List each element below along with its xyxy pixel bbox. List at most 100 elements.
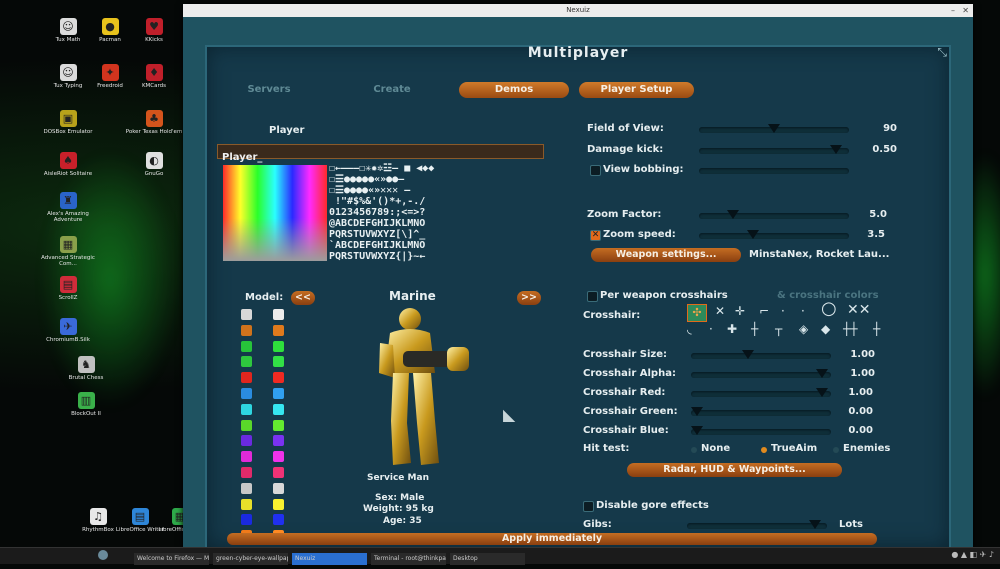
hit-test-trueaim-radio[interactable] xyxy=(761,447,767,453)
panel-close-icon[interactable]: ⤡ xyxy=(937,45,947,60)
desktop-icon[interactable]: ▣ DOSBox Emulator xyxy=(38,110,98,135)
charmap-row[interactable]: ☐☰●●●●«»✕✕✕ — xyxy=(329,185,544,196)
desktop-icon[interactable]: ♠ AisleRiot Solitaire xyxy=(38,152,98,177)
model-color-swatch[interactable] xyxy=(273,324,284,336)
taskbar-item[interactable]: Desktop xyxy=(450,553,525,565)
crosshair-blue-slider-knob[interactable] xyxy=(691,426,703,435)
damage-kick-slider[interactable] xyxy=(699,145,849,154)
apply-immediately-button[interactable]: Apply immediately xyxy=(227,533,877,545)
per-weapon-crosshairs-checkbox[interactable] xyxy=(587,291,598,302)
charmap-row[interactable]: PQRSTUVWXYZ[\]^_ xyxy=(329,229,544,240)
crosshair-green-slider-knob[interactable] xyxy=(691,407,703,416)
crosshair-selected-icon[interactable]: ✣ xyxy=(687,304,707,322)
model-color-swatch[interactable] xyxy=(273,482,284,494)
minimize-icon[interactable]: – xyxy=(951,4,955,17)
model-color-swatch[interactable] xyxy=(241,435,252,447)
crosshair-size-slider-knob[interactable] xyxy=(742,350,755,359)
desktop-icon[interactable]: ♦ KMCards xyxy=(124,64,184,89)
window-titlebar[interactable]: Nexuiz – ✕ xyxy=(183,4,973,17)
charmap-row[interactable]: !"#$%&'()*+,-./ xyxy=(329,196,544,207)
charmap-row[interactable]: @ABCDEFGHIJKLMNO xyxy=(329,218,544,229)
disable-gore-checkbox[interactable] xyxy=(583,501,594,512)
character-map[interactable]: ☐←———☐✳✹✲☳— ■ ◀◆◆ ☐☰●●●●●«»●●— ☐☰●●●●«»✕✕✕… xyxy=(329,163,544,263)
desktop-icon[interactable]: ♥ KKicks xyxy=(124,18,184,43)
model-color-swatch[interactable] xyxy=(273,514,284,526)
charmap-row[interactable]: `ABCDEFGHIJKLMNO xyxy=(329,240,544,251)
model-color-swatch[interactable] xyxy=(241,514,252,526)
crosshair-blue-slider[interactable] xyxy=(691,426,831,435)
player-name-input[interactable]: Player_ xyxy=(217,144,544,163)
model-color-swatch[interactable] xyxy=(241,451,252,463)
crosshair-option-icon[interactable]: ✕✕ xyxy=(847,302,870,318)
charmap-row[interactable]: ☐←———☐✳✹✲☳— ■ ◀◆◆ xyxy=(329,163,544,174)
model-color-swatch[interactable] xyxy=(241,419,252,431)
crosshair-alpha-slider-knob[interactable] xyxy=(816,369,829,378)
model-color-swatch[interactable] xyxy=(241,372,252,384)
model-color-swatch[interactable] xyxy=(241,482,252,494)
zoom-factor-slider-knob[interactable] xyxy=(726,210,739,219)
fov-slider-knob[interactable] xyxy=(768,124,780,133)
crosshair-option-icon[interactable]: ┬ xyxy=(775,322,782,336)
model-color-swatch[interactable] xyxy=(241,340,252,352)
tab-demos[interactable]: Demos xyxy=(459,82,569,98)
desktop-icon[interactable]: ▤ ScrollZ xyxy=(38,276,98,301)
view-bobbing-checkbox[interactable] xyxy=(590,165,601,176)
crosshair-option-icon[interactable]: ○ xyxy=(821,298,837,319)
crosshair-option-icon[interactable]: ◈ xyxy=(799,322,808,336)
model-next-button[interactable]: >> xyxy=(517,291,541,305)
zoom-speed-slider[interactable] xyxy=(699,230,849,239)
model-color-swatch[interactable] xyxy=(273,340,284,352)
crosshair-option-icon[interactable]: ✛ xyxy=(735,304,745,318)
desktop-icon[interactable]: ♜ Alex's Amazing Adventure xyxy=(38,192,98,223)
model-color-swatch[interactable] xyxy=(241,324,252,336)
crosshair-red-slider[interactable] xyxy=(691,388,831,397)
model-color-swatch[interactable] xyxy=(273,498,284,510)
taskbar-item[interactable]: Welcome to Firefox — Mo... xyxy=(134,553,209,565)
crosshair-option-icon[interactable]: ◟ xyxy=(687,322,692,336)
gibs-slider-knob[interactable] xyxy=(808,520,821,529)
crosshair-option-icon[interactable]: ◆ xyxy=(821,322,830,336)
charmap-row[interactable]: PQRSTUVWXYZ{|}~← xyxy=(329,251,544,262)
crosshair-option-icon[interactable]: ┼ xyxy=(873,322,880,336)
model-color-swatch[interactable] xyxy=(273,388,284,399)
tab-create[interactable]: Create xyxy=(337,82,447,98)
zoom-factor-slider[interactable] xyxy=(699,210,849,219)
zoom-speed-checkbox[interactable]: ✕ xyxy=(590,230,601,241)
weapon-settings-button[interactable]: Weapon settings... xyxy=(591,248,741,262)
crosshair-grid[interactable]: ✣ ✕ ✛ ⌐ · · ○ ✕✕ ◟ · ✚ ┼ ┬ ◈ ◆ ┼┼ ┼ xyxy=(687,298,907,342)
crosshair-option-icon[interactable]: · xyxy=(709,322,713,336)
desktop-icon[interactable]: ♞ Brutal Chess xyxy=(56,356,116,381)
gibs-slider[interactable] xyxy=(687,520,827,529)
close-icon[interactable]: ✕ xyxy=(962,4,969,17)
crosshair-option-icon[interactable]: ✕ xyxy=(715,304,725,318)
model-color-swatch[interactable] xyxy=(273,435,284,447)
desktop-icon[interactable]: ▦ Advanced Strategic Com... xyxy=(38,236,98,267)
crosshair-size-slider[interactable] xyxy=(691,350,831,359)
desktop-icon[interactable]: ♣ Poker Texas Hold'em xyxy=(124,110,184,135)
taskbar-item[interactable]: Nexuiz xyxy=(292,553,367,565)
model-color-swatch[interactable] xyxy=(273,309,284,320)
desktop-icon[interactable]: ✈ ChromiumB.Silk xyxy=(38,318,98,343)
desktop-icon[interactable]: ◐ GnuGo xyxy=(124,152,184,177)
model-color-swatch[interactable] xyxy=(273,356,284,368)
fov-slider[interactable] xyxy=(699,124,849,133)
tab-servers[interactable]: Servers xyxy=(219,82,319,98)
crosshair-option-icon[interactable]: ┼┼ xyxy=(843,322,857,336)
model-color-swatch[interactable] xyxy=(241,309,252,320)
crosshair-option-icon[interactable]: ⌐ xyxy=(759,304,769,318)
taskbar-item[interactable]: green-cyber-eye-wallpape... xyxy=(213,553,288,565)
taskbar-item[interactable]: Terminal - root@thinkpad... xyxy=(371,553,446,565)
crosshair-alpha-slider[interactable] xyxy=(691,369,831,378)
desktop-icon[interactable]: ▥ BlockOut II xyxy=(56,392,116,417)
model-color-swatch[interactable] xyxy=(241,403,252,415)
hit-test-none-radio[interactable] xyxy=(691,447,697,453)
crosshair-option-icon[interactable]: · xyxy=(801,304,805,318)
crosshair-red-slider-knob[interactable] xyxy=(816,388,829,397)
model-color-swatch[interactable] xyxy=(273,467,284,478)
model-color-swatch[interactable] xyxy=(241,388,252,399)
charmap-row[interactable]: ☐☰●●●●●«»●●— xyxy=(329,174,544,185)
color-picker[interactable] xyxy=(223,165,327,261)
model-color-swatch[interactable] xyxy=(241,356,252,368)
charmap-row[interactable]: 0123456789:;<=>? xyxy=(329,207,544,218)
model-color-swatch[interactable] xyxy=(273,372,284,384)
